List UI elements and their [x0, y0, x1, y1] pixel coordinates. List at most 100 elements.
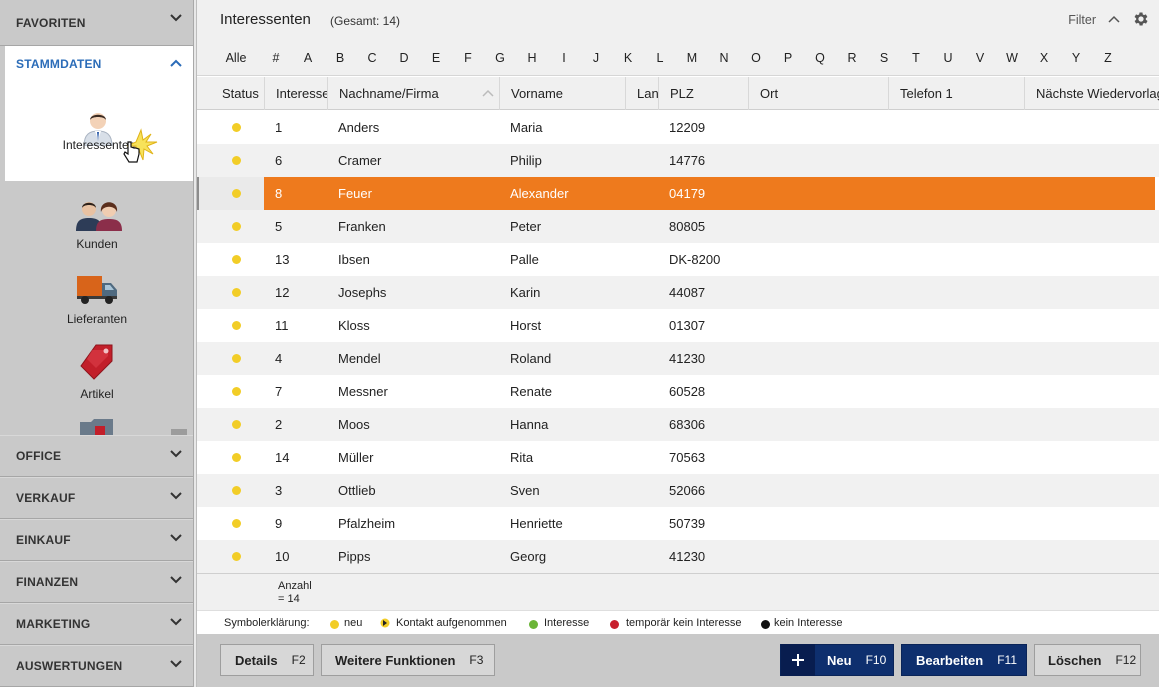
- alpha-filter-i[interactable]: I: [552, 51, 576, 65]
- legend-dot-no-interest: [761, 620, 770, 629]
- alpha-filter-r[interactable]: R: [840, 51, 864, 65]
- status-dot-new: [232, 321, 241, 330]
- cell-plz: 70563: [669, 450, 706, 465]
- table-row[interactable]: 7 Messner Renate 60528: [197, 375, 1159, 408]
- col-header-vorname[interactable]: Vorname: [499, 77, 625, 110]
- table-row[interactable]: 6 Cramer Philip 14776: [197, 144, 1159, 177]
- table-row[interactable]: 13 Ibsen Palle DK-8200: [197, 243, 1159, 276]
- sidebar-section-finanzen[interactable]: FINANZEN: [0, 561, 193, 603]
- sidebar-item-interessenten[interactable]: Interessenten: [5, 82, 193, 181]
- alpha-filter-d[interactable]: D: [392, 51, 416, 65]
- alpha-filter-j[interactable]: J: [584, 51, 608, 65]
- cell-vorname: Sven: [510, 483, 540, 498]
- table-row[interactable]: 5 Franken Peter 80805: [197, 210, 1159, 243]
- alpha-filter-b[interactable]: B: [328, 51, 352, 65]
- table-row[interactable]: 14 Müller Rita 70563: [197, 441, 1159, 474]
- sidebar-section-marketing[interactable]: MARKETING: [0, 603, 193, 645]
- sidebar-section-stammdaten[interactable]: STAMMDATEN: [5, 46, 193, 82]
- col-header-interessentennummer[interactable]: Interessentennummer: [264, 77, 327, 110]
- alpha-filter-z[interactable]: Z: [1096, 51, 1120, 65]
- alpha-filter-l[interactable]: L: [648, 51, 672, 65]
- table-body: 1 Anders Maria 12209 6 Cramer Philip 147…: [197, 111, 1159, 573]
- alpha-filter-a[interactable]: A: [296, 51, 320, 65]
- sidebar-item-lieferanten[interactable]: Lieferanten: [0, 268, 193, 338]
- col-header-status[interactable]: Status: [197, 77, 264, 110]
- table-footer: Anzahl = 14: [197, 573, 1159, 610]
- sidebar-section-auswertungen[interactable]: AUSWERTUNGEN: [0, 645, 193, 687]
- cell-name: Anders: [338, 120, 380, 135]
- alpha-filter-w[interactable]: W: [1000, 51, 1024, 65]
- alpha-filter-hash[interactable]: #: [264, 51, 288, 65]
- alpha-filter-m[interactable]: M: [680, 51, 704, 65]
- table-row[interactable]: 3 Ottlieb Sven 52066: [197, 474, 1159, 507]
- cell-vorname: Henriette: [510, 516, 563, 531]
- alpha-filter-k[interactable]: K: [616, 51, 640, 65]
- delete-button[interactable]: Löschen F12: [1034, 644, 1141, 676]
- col-header-wiedervorlage[interactable]: Nächste Wiedervorlage: [1024, 77, 1159, 110]
- chevron-up-icon[interactable]: [1108, 15, 1120, 23]
- legend-label: Interesse: [544, 617, 590, 629]
- alpha-filter-alle[interactable]: Alle: [224, 51, 248, 65]
- truck-icon: [77, 276, 117, 304]
- legend-dot-temp-no-interest: [610, 620, 619, 629]
- status-dot-new: [232, 189, 241, 198]
- details-button[interactable]: Details F2: [220, 644, 314, 676]
- legend-dot-new: [330, 620, 339, 629]
- col-header-ort[interactable]: Ort: [748, 77, 888, 110]
- alpha-filter-u[interactable]: U: [936, 51, 960, 65]
- alpha-filter-t[interactable]: T: [904, 51, 928, 65]
- cell-name: Pfalzheim: [338, 516, 396, 531]
- cell-name: Cramer: [338, 153, 382, 168]
- alpha-filter-s[interactable]: S: [872, 51, 896, 65]
- status-dot-new: [232, 288, 241, 297]
- table-row[interactable]: 9 Pfalzheim Henriette 50739: [197, 507, 1159, 540]
- button-shortcut: F12: [1115, 653, 1137, 667]
- cell-nr: 14: [275, 450, 290, 465]
- alpha-filter-o[interactable]: O: [744, 51, 768, 65]
- row-selector: [197, 177, 264, 210]
- sidebar-item-artikel[interactable]: Artikel: [0, 342, 193, 412]
- cell-nr: 5: [275, 219, 283, 234]
- gear-icon[interactable]: [1132, 10, 1150, 28]
- alpha-filter-q[interactable]: Q: [808, 51, 832, 65]
- col-header-telefon[interactable]: Telefon 1: [888, 77, 1024, 110]
- table-row[interactable]: 4 Mendel Roland 41230: [197, 342, 1159, 375]
- alpha-filter-x[interactable]: X: [1032, 51, 1056, 65]
- table-row[interactable]: 1 Anders Maria 12209: [197, 111, 1159, 144]
- sidebar-item-kunden[interactable]: Kunden: [0, 192, 193, 262]
- col-header-nachname[interactable]: Nachname/Firma: [327, 77, 499, 110]
- col-header-plz[interactable]: PLZ: [658, 77, 748, 110]
- alpha-filter-p[interactable]: P: [776, 51, 800, 65]
- col-header-label: Nachname/Firma: [339, 86, 439, 101]
- table-row[interactable]: 11 Kloss Horst 01307: [197, 309, 1159, 342]
- sidebar-section-verkauf[interactable]: VERKAUF: [0, 477, 193, 519]
- page-title: Interessenten: [220, 11, 311, 28]
- cell-plz: 50739: [669, 516, 706, 531]
- alpha-filter-n[interactable]: N: [712, 51, 736, 65]
- new-button[interactable]: Neu F10: [780, 644, 894, 676]
- more-functions-button[interactable]: Weitere Funktionen F3: [321, 644, 495, 676]
- table-row-selected[interactable]: 8 Feuer Alexander 04179: [197, 177, 1159, 210]
- sidebar-section-office[interactable]: OFFICE: [0, 435, 193, 477]
- alpha-filter-v[interactable]: V: [968, 51, 992, 65]
- sidebar-section-favoriten[interactable]: FAVORITEN: [0, 0, 193, 46]
- alpha-filter-h[interactable]: H: [520, 51, 544, 65]
- cell-nr: 12: [275, 285, 290, 300]
- alpha-filter-c[interactable]: C: [360, 51, 384, 65]
- alpha-filter-y[interactable]: Y: [1064, 51, 1088, 65]
- table-row[interactable]: 10 Pipps Georg 41230: [197, 540, 1159, 573]
- alpha-filter-e[interactable]: E: [424, 51, 448, 65]
- edit-button[interactable]: Bearbeiten F11: [901, 644, 1027, 676]
- sidebar-section-einkauf[interactable]: EINKAUF: [0, 519, 193, 561]
- filter-toggle[interactable]: Filter: [1068, 13, 1096, 27]
- table-row[interactable]: 12 Josephs Karin 44087: [197, 276, 1159, 309]
- alpha-filter-g[interactable]: G: [488, 51, 512, 65]
- alpha-filter-f[interactable]: F: [456, 51, 480, 65]
- button-label: Neu: [827, 652, 852, 668]
- button-shortcut: F11: [997, 653, 1017, 667]
- col-header-land[interactable]: Land: [625, 77, 658, 110]
- status-dot-new: [232, 519, 241, 528]
- sidebar-section-label: MARKETING: [16, 617, 91, 631]
- cell-vorname: Philip: [510, 153, 542, 168]
- table-row[interactable]: 2 Moos Hanna 68306: [197, 408, 1159, 441]
